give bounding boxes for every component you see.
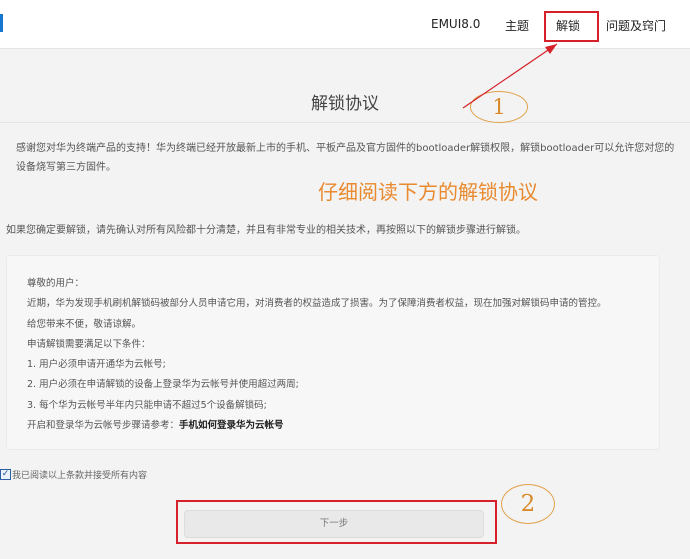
- annotation-arrow: [462, 43, 558, 109]
